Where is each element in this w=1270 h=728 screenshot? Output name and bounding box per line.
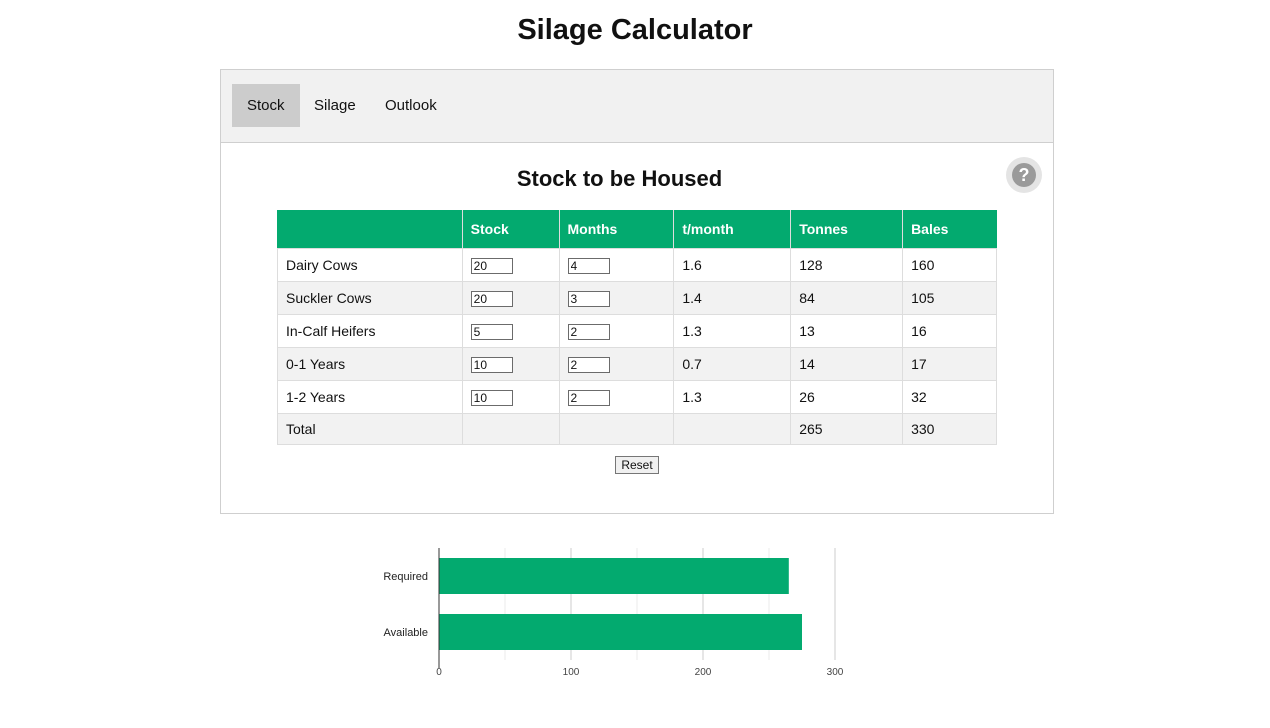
- header-t-month: t/month: [673, 210, 792, 249]
- stock-cell: [461, 380, 560, 414]
- tonnes-value: 128: [790, 248, 904, 282]
- question-circle-icon: ?: [1012, 163, 1036, 187]
- row-label: Dairy Cows: [277, 248, 463, 282]
- bales-value: 32: [902, 380, 997, 414]
- tonnes-value: 14: [790, 347, 904, 381]
- t-month-value: 1.3: [673, 380, 792, 414]
- stock-table: Stock Months t/month Tonnes Bales Dairy …: [277, 210, 997, 445]
- row-label: Suckler Cows: [277, 281, 463, 315]
- months-cell: [558, 347, 675, 381]
- months-cell: [558, 314, 675, 348]
- tonnes-value: 13: [790, 314, 904, 348]
- empty-cell: [673, 413, 792, 445]
- chart-tick-label: 100: [563, 667, 580, 678]
- page-title: Silage Calculator: [517, 14, 753, 46]
- table-row: Suckler Cows 1.4 84 105: [277, 281, 997, 315]
- stock-cell: [461, 314, 560, 348]
- stock-input[interactable]: [470, 257, 513, 274]
- total-tonnes: 265: [790, 413, 904, 445]
- stock-input[interactable]: [470, 290, 513, 307]
- chart-tick-label: 300: [827, 667, 844, 678]
- total-bales: 330: [902, 413, 997, 445]
- row-label: In-Calf Heifers: [277, 314, 463, 348]
- t-month-value: 1.4: [673, 281, 792, 315]
- total-row: Total 265 330: [277, 413, 997, 445]
- header-months: Months: [558, 210, 675, 249]
- empty-cell: [558, 413, 675, 445]
- bales-value: 160: [902, 248, 997, 282]
- header-tonnes: Tonnes: [790, 210, 904, 249]
- row-label: 1-2 Years: [277, 380, 463, 414]
- t-month-value: 1.6: [673, 248, 792, 282]
- calculator-panel: Stock Silage Outlook Stock to be Housed …: [220, 69, 1054, 514]
- chart-tick-label: 0: [436, 667, 442, 678]
- chart-bar: [439, 558, 789, 594]
- tonnes-value: 26: [790, 380, 904, 414]
- months-cell: [558, 380, 675, 414]
- empty-cell: [461, 413, 560, 445]
- t-month-value: 1.3: [673, 314, 792, 348]
- stock-input[interactable]: [470, 323, 513, 340]
- tab-stock[interactable]: Stock: [232, 84, 300, 127]
- bales-value: 16: [902, 314, 997, 348]
- stock-cell: [461, 248, 560, 282]
- help-button[interactable]: ?: [1006, 157, 1042, 193]
- t-month-value: 0.7: [673, 347, 792, 381]
- months-input[interactable]: [567, 389, 610, 406]
- tab-outlook[interactable]: Outlook: [370, 84, 452, 127]
- header-label: [277, 210, 463, 249]
- table-row: In-Calf Heifers 1.3 13 16: [277, 314, 997, 348]
- months-input[interactable]: [567, 290, 610, 307]
- tab-silage[interactable]: Silage: [299, 84, 371, 127]
- bales-value: 17: [902, 347, 997, 381]
- chart-category-label: Required: [383, 571, 428, 583]
- stock-cell: [461, 281, 560, 315]
- tonnes-value: 84: [790, 281, 904, 315]
- stock-input[interactable]: [470, 356, 513, 373]
- tab-bar: Stock Silage Outlook: [221, 70, 1053, 143]
- stock-input[interactable]: [470, 389, 513, 406]
- chart-bar: [439, 614, 802, 650]
- months-cell: [558, 248, 675, 282]
- months-cell: [558, 281, 675, 315]
- chart-category-label: Available: [384, 627, 428, 639]
- months-input[interactable]: [567, 323, 610, 340]
- table-header-row: Stock Months t/month Tonnes Bales: [277, 210, 997, 249]
- table-row: 1-2 Years 1.3 26 32: [277, 380, 997, 414]
- months-input[interactable]: [567, 257, 610, 274]
- table-row: 0-1 Years 0.7 14 17: [277, 347, 997, 381]
- stock-cell: [461, 347, 560, 381]
- row-label: 0-1 Years: [277, 347, 463, 381]
- header-stock: Stock: [461, 210, 560, 249]
- section-title: Stock to be Housed: [516, 166, 723, 191]
- header-bales: Bales: [902, 210, 997, 249]
- months-input[interactable]: [567, 356, 610, 373]
- chart-tick-label: 200: [695, 667, 712, 678]
- table-row: Dairy Cows 1.6 128 160: [277, 248, 997, 282]
- total-label: Total: [277, 413, 463, 445]
- bales-value: 105: [902, 281, 997, 315]
- silage-bar-chart: Required Available 0 100 200 300: [383, 548, 844, 678]
- reset-button[interactable]: Reset: [615, 456, 659, 474]
